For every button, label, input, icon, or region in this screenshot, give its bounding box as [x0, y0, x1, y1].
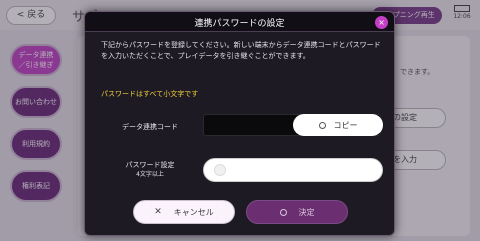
close-button[interactable]: ×: [375, 16, 388, 29]
circle-icon: [318, 121, 326, 129]
confirm-label: 決定: [298, 207, 315, 217]
copy-button[interactable]: コピー: [293, 114, 383, 136]
dialog-header: 連携パスワードの設定 ×: [85, 12, 394, 32]
password-label: パスワード設定 4文字以上: [105, 160, 195, 180]
cancel-button[interactable]: ✕ キャンセル: [133, 200, 235, 224]
code-label: データ連携コード: [122, 123, 178, 131]
password-label-text: パスワード設定: [125, 161, 175, 169]
copy-label: コピー: [333, 120, 358, 130]
lowercase-note: パスワードはすべて小文字です: [101, 90, 199, 98]
password-input[interactable]: [203, 158, 383, 182]
password-dialog: 連携パスワードの設定 × 下記からパスワードを登録してください。新しい端末からデ…: [84, 11, 395, 236]
cancel-label: キャンセル: [173, 207, 214, 217]
close-icon: ✕: [154, 207, 162, 217]
dialog-title: 連携パスワードの設定: [194, 19, 285, 29]
circle-icon: [214, 164, 226, 176]
dialog-description: 下記からパスワードを登録してください。新しい端末からデータ連携コードとパスワード…: [101, 41, 381, 60]
password-hint: 4文字以上: [136, 171, 164, 178]
circle-icon: [279, 208, 287, 216]
confirm-button[interactable]: 決定: [246, 200, 348, 224]
